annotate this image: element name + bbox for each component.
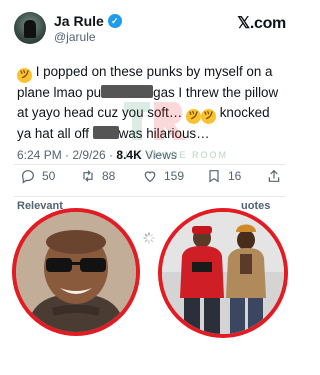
divider-bottom [14,196,286,197]
avatar[interactable] [14,12,46,44]
repost-count: 88 [102,169,116,183]
group-photo-illustration [162,212,284,334]
display-name[interactable]: Ja Rule [54,13,104,29]
views-label: Views [141,148,177,162]
repost-button[interactable]: 88 [80,168,115,184]
x-logo: 𝕏.com [237,15,286,32]
bookmark-icon [209,170,219,183]
photo-two-men [158,208,288,338]
reply-icon [22,170,34,184]
like-icon [144,171,156,183]
views-count: 8.4K [116,148,142,162]
share-button[interactable] [266,168,282,184]
photo-ja-rule [12,208,140,336]
reply-button[interactable]: 50 [20,168,55,184]
bookmark-button[interactable]: 16 [206,168,241,184]
repost-icon [83,170,93,182]
loading-spinner-icon [143,232,155,244]
grin-emoji-icon-2: ツ [200,109,216,124]
tweet-meta: 6:24 PM · 2/9/26 · 8.4K Views [17,148,177,162]
divider-top [14,164,286,165]
tab-quotes[interactable]: uotes [241,200,270,212]
portrait-illustration [16,212,136,332]
timestamp[interactable]: 6:24 PM · 2/9/26 · [17,148,116,162]
reply-count: 50 [42,169,56,183]
bookmark-count: 16 [228,169,242,183]
watermark-logo-icon [124,102,186,140]
like-button[interactable]: 159 [142,168,184,184]
verified-badge-icon: ✓ [107,14,122,28]
redacted-word-2 [92,126,119,139]
name-row: Ja Rule ✓ [54,13,122,29]
redacted-word [101,85,154,98]
tweet-header: Ja Rule ✓ @jarule 𝕏.com [0,0,300,52]
like-count: 159 [164,169,185,183]
grin-emoji-icon: ツ [17,68,32,83]
action-bar: 50 88 159 16 [14,168,286,190]
user-handle[interactable]: @jarule [54,30,96,44]
share-icon [268,169,280,182]
